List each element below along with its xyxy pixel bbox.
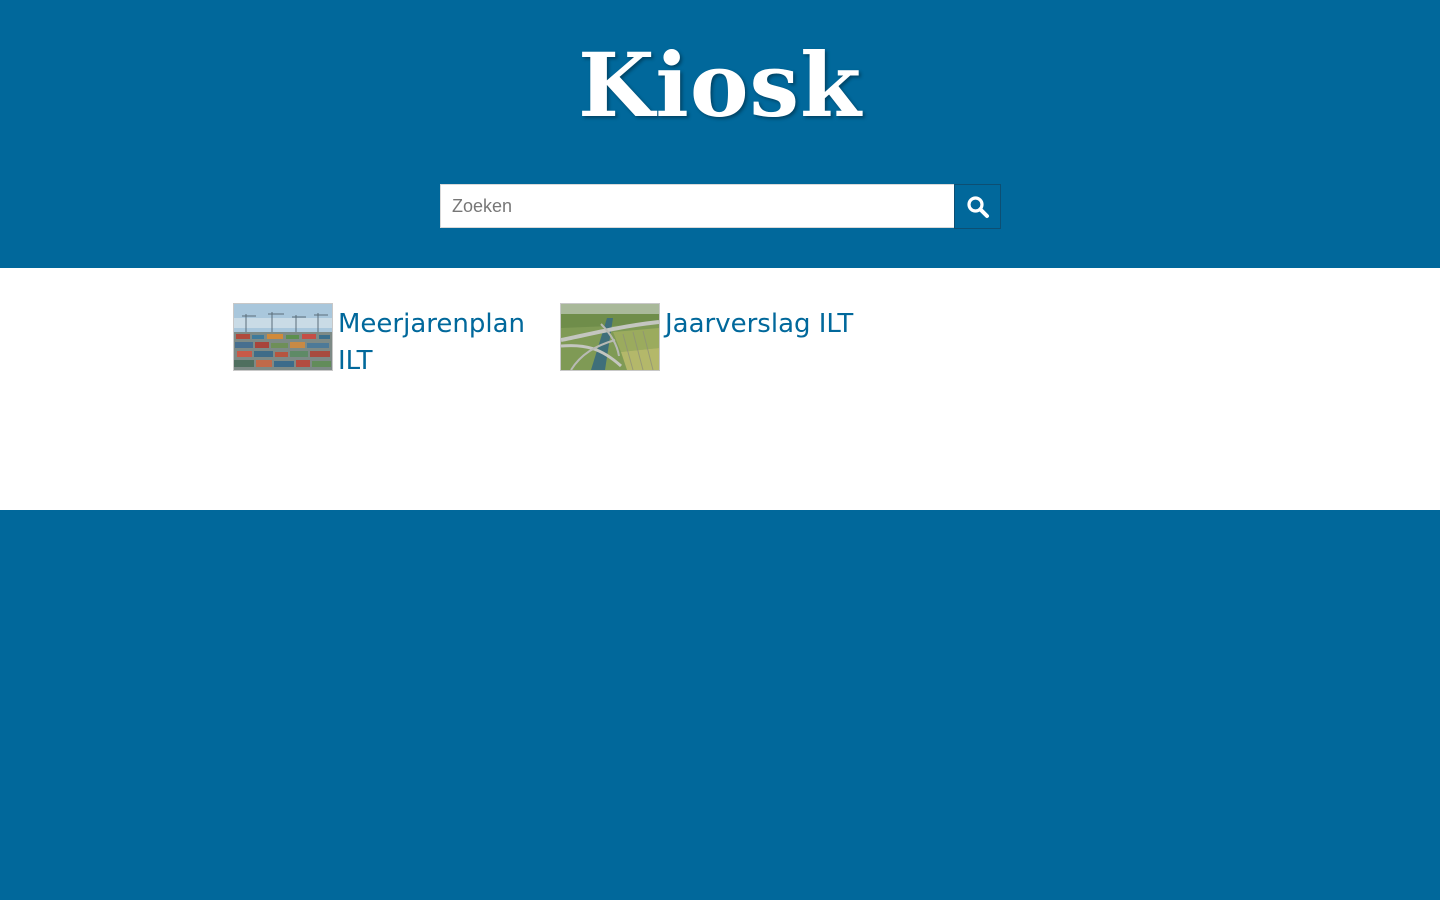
highway-aerial-image[interactable] (560, 303, 660, 371)
publication-title[interactable]: Meerjarenplan ILT (338, 306, 528, 380)
site-title: Kiosk (577, 33, 863, 137)
publication-item-meerjarenplan[interactable]: Meerjarenplan ILT (233, 303, 528, 380)
search-form (440, 184, 1001, 229)
search-input[interactable] (440, 184, 954, 228)
search-button[interactable] (954, 184, 1001, 229)
search-icon (966, 195, 990, 219)
publication-item-jaarverslag[interactable]: Jaarverslag ILT (560, 303, 855, 371)
header: Kiosk (0, 0, 1440, 268)
footer (0, 510, 1440, 900)
publication-list: Meerjarenplan ILT Jaarverslag ILT (0, 268, 1440, 510)
harbor-containers-image[interactable] (233, 303, 333, 371)
publication-title[interactable]: Jaarverslag ILT (665, 306, 855, 343)
